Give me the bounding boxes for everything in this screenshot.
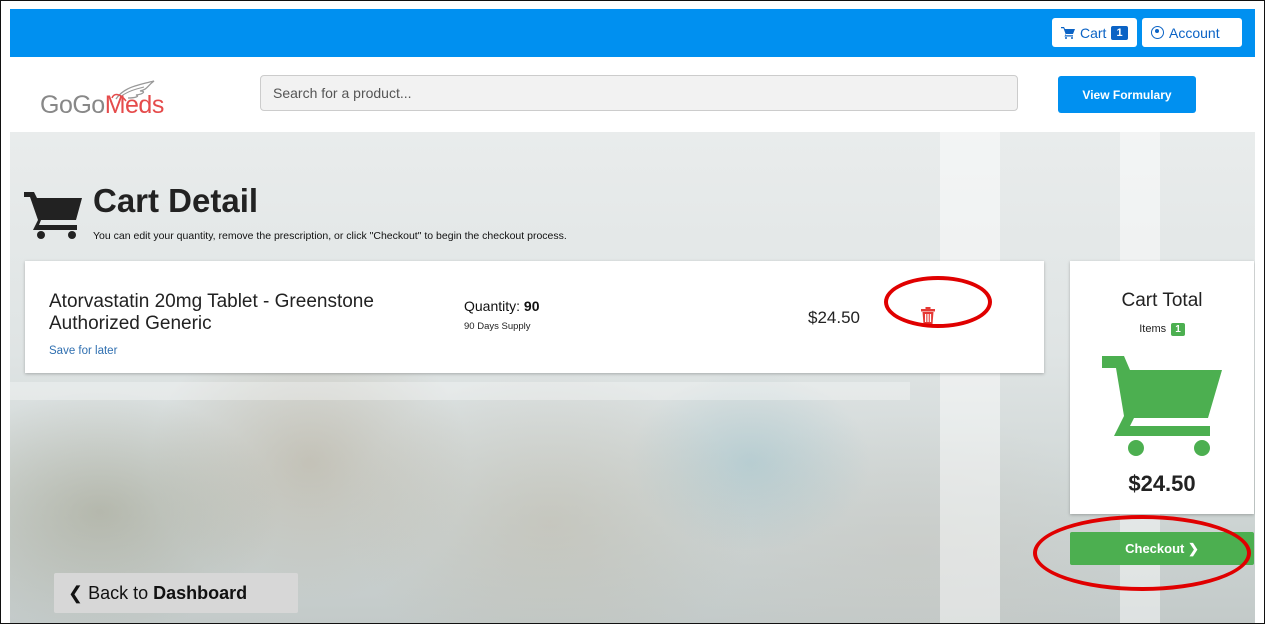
cart-icon [1061,26,1075,39]
save-for-later-link[interactable]: Save for later [49,345,117,357]
chevron-left-icon: ❮ Back to [68,582,154,603]
item-price: $24.50 [808,308,860,327]
account-button[interactable]: Account [1142,18,1242,47]
checkout-button[interactable]: Checkout ❯ [1070,532,1254,565]
logo-text: GoGoMeds [40,91,164,119]
page-subtitle: You can edit your quantity, remove the p… [93,230,567,242]
quantity-value: 90 [523,298,540,314]
quantity-display[interactable]: Quantity: 90 [464,298,540,314]
days-supply: 90 Days Supply [464,321,531,332]
cart-total-amount: $24.50 [1128,471,1196,496]
quantity-label: Quantity: [464,298,521,314]
items-count-badge: 1 [1171,323,1185,336]
background-shelf [10,382,910,400]
app-frame: Cart 1 Account GoGoMeds View Formulary [0,0,1265,624]
back-target: Dashboard [153,582,248,603]
header: GoGoMeds View Formulary [10,57,1255,132]
account-icon [1151,26,1164,39]
items-count-line: Items 1 [1070,323,1254,336]
top-bar: Cart 1 Account [10,9,1255,57]
cart-button[interactable]: Cart 1 [1052,18,1137,47]
cart-detail-section: Cart Detail You can edit your quantity, … [10,132,1255,623]
cart-item-card: Atorvastatin 20mg Tablet - Greenstone Au… [25,261,1044,373]
search-input[interactable] [260,75,1018,111]
account-label: Account [1169,24,1220,41]
gogomeds-logo[interactable]: GoGoMeds [40,79,190,119]
large-cart-icon [1102,356,1222,456]
background-shelf [940,132,1000,623]
trash-icon[interactable] [921,307,935,324]
product-name: Atorvastatin 20mg Tablet - Greenstone Au… [49,291,374,334]
cart-total-card: Cart Total Items 1 $24.50 [1070,261,1254,514]
cart-count-badge: 1 [1111,25,1128,40]
page-title: Cart Detail [93,182,259,219]
delete-annotation-circle [884,276,992,328]
back-to-dashboard-button[interactable]: ❮ Back to Dashboard [54,573,298,613]
cart-label: Cart [1080,24,1107,41]
shopping-cart-icon [24,192,82,239]
view-formulary-button[interactable]: View Formulary [1058,76,1196,113]
cart-total-title: Cart Total [1121,290,1203,311]
